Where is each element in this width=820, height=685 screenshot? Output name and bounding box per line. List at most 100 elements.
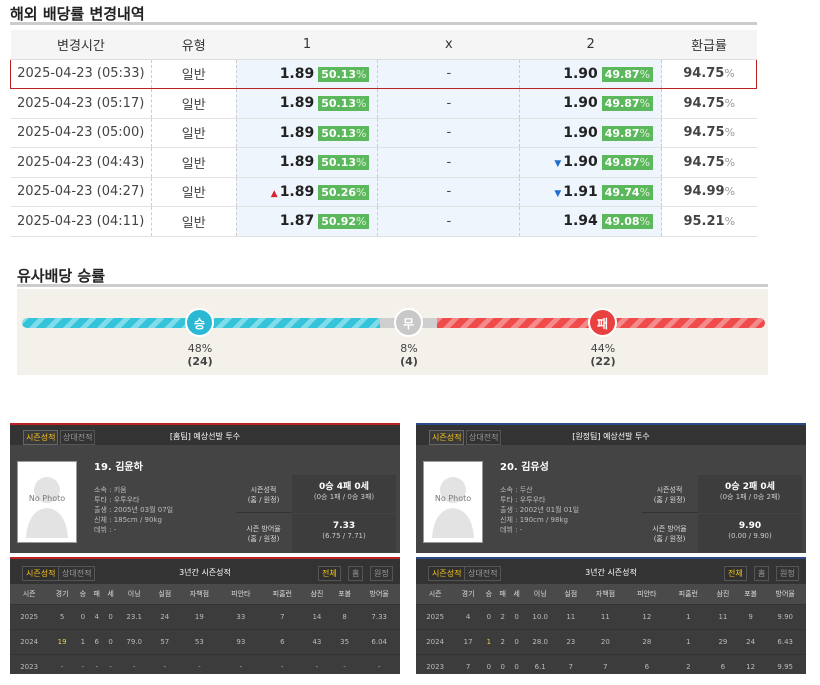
probability-value: 50.92	[321, 215, 357, 229]
stat-cell: 2025	[416, 603, 455, 629]
odds-type: 일반	[150, 206, 237, 237]
tab-season[interactable]: 시즌성적	[428, 566, 466, 581]
table-row[interactable]: 2025-04-23 (05:17) 일반 1.89 50.13% -1.90 49.87…	[10, 88, 757, 119]
probability-value: 50.26	[321, 185, 357, 199]
season-record-sub: (홈 / 원정)	[247, 496, 280, 504]
probability-badge: 49.87%	[601, 96, 654, 112]
stat-cell: 43	[303, 628, 331, 654]
probability-value: 49.87	[604, 97, 640, 111]
stat-cell: 0	[509, 628, 524, 654]
filter-all[interactable]: 전체	[318, 566, 341, 581]
season-summary: 시즌성적 (홈 / 원정) 0승 4패 0세 (0승 1패 / 0승 3패) 시즌 …	[236, 475, 396, 552]
tab-season[interactable]: 시즌성적	[22, 566, 60, 581]
player-photo: No Photo	[423, 461, 483, 543]
stat-cell: 19	[48, 628, 76, 654]
odds-value: 1.89	[279, 65, 315, 82]
pct-symbol: %	[356, 156, 367, 170]
filter-all[interactable]: 전체	[724, 566, 747, 581]
tab-opponent[interactable]: 상대전적	[60, 430, 96, 445]
return-rate: 94.75%	[661, 88, 757, 119]
stat-cell: 2025	[10, 603, 49, 629]
tab-opponent[interactable]: 상대전적	[464, 566, 502, 581]
draw-odds: -	[377, 177, 520, 207]
pct-symbol: %	[724, 214, 736, 228]
pct-symbol: %	[639, 156, 651, 170]
stats-header: 시즌성적 상대전적 3년간 시즌성적 전체 홈 원정	[416, 559, 806, 584]
stat-cell: 0	[481, 653, 496, 679]
stat-cell: 2	[495, 628, 510, 654]
info-line: 데뷔 : -	[94, 526, 117, 534]
season-record-value: 0승 4패 0세	[319, 482, 369, 492]
info-line: 신체 : 185cm / 90kg	[94, 516, 162, 524]
column-header: 유형	[151, 30, 237, 60]
era-value: 7.33	[332, 521, 356, 531]
stat-cell: 2023	[10, 653, 49, 679]
stat-cell: 28	[626, 628, 668, 654]
pct-symbol: %	[639, 215, 651, 229]
stat-cell: -	[89, 653, 104, 679]
loss-marker: 패	[588, 308, 617, 337]
table-row: 2024 19 1 6 0 79.0 57 53 93 6 43 35 6.04	[10, 628, 400, 654]
home-pitcher-card: 시즌성적 상대전적 [홈팀] 예상선발 투수 No Photo 19. 김윤하 …	[10, 423, 400, 553]
change-time: 2025-04-23 (04:27)	[10, 177, 152, 207]
probability-value: 49.74	[604, 185, 640, 199]
column-header: 포볼	[330, 584, 359, 604]
pitcher-name[interactable]: 19. 김윤하	[94, 458, 143, 473]
table-row[interactable]: 2025-04-23 (04:43) 일반 1.89 50.13% - ▼ 1.90 49.8…	[10, 147, 757, 178]
table-row[interactable]: 2025-04-23 (04:11) 일반 1.87 50.92% -1.94 49.08…	[10, 206, 757, 237]
table-row[interactable]: 2025-04-23 (05:33) 일반 1.89 50.13% -1.90 49.87…	[10, 58, 757, 89]
return-rate: 94.99%	[661, 177, 757, 207]
table-row: 2025 5 0 4 0 23.1 24 19 33 7 14 8 7.33	[10, 603, 400, 629]
era-sub: (홈 / 원정)	[247, 535, 280, 543]
stat-cell: 7.33	[358, 603, 400, 629]
stat-cell: 7	[454, 653, 482, 679]
pct-symbol: %	[639, 126, 651, 140]
filter-away[interactable]: 원정	[370, 566, 393, 581]
odds-2-cell: 1.90 49.87%	[519, 118, 662, 148]
change-time: 2025-04-23 (04:43)	[10, 147, 152, 178]
table-row: 2023 7 0 0 0 6.1 7 7 6 2 6 12 9.95	[416, 653, 806, 679]
column-header: 시즌	[10, 584, 49, 604]
column-header: 방어율	[764, 584, 806, 604]
probability-value: 49.87	[604, 67, 640, 81]
change-time: 2025-04-23 (05:17)	[10, 88, 152, 119]
filter-home[interactable]: 홈	[754, 566, 770, 581]
tab-opponent[interactable]: 상대전적	[58, 566, 96, 581]
stat-cell: 9.90	[764, 603, 806, 629]
column-header: 자책점	[178, 584, 221, 604]
era-detail: (0.00 / 9.90)	[728, 532, 772, 540]
stat-cell: 57	[150, 628, 179, 654]
filter-away[interactable]: 원정	[776, 566, 799, 581]
era-detail: (6.75 / 7.71)	[322, 532, 366, 540]
arrow-down-icon: ▼	[554, 188, 562, 199]
stat-cell: 93	[220, 628, 262, 654]
win-marker: 승	[185, 308, 214, 337]
draw-odds: -	[377, 206, 520, 237]
pitcher-name[interactable]: 20. 김유성	[500, 458, 549, 473]
draw-count: (4)	[400, 355, 418, 368]
tab-season[interactable]: 시즌성적	[23, 430, 59, 445]
column-header: 피안타	[220, 584, 262, 604]
stat-cell: 4	[89, 603, 104, 629]
probability-value: 49.08	[604, 215, 640, 229]
stat-cell: 12	[736, 653, 765, 679]
tab-season[interactable]: 시즌성적	[429, 430, 465, 445]
stat-cell: 7	[584, 653, 627, 679]
table-row[interactable]: 2025-04-23 (04:27) 일반 ▲ 1.89 50.26% - ▼ 1.91 49.…	[10, 177, 757, 207]
probability-badge: 50.13%	[318, 66, 370, 82]
column-header: x	[377, 30, 520, 60]
filter-home[interactable]: 홈	[348, 566, 364, 581]
stat-cell: 6	[709, 653, 737, 679]
change-time: 2025-04-23 (05:00)	[10, 118, 152, 148]
info-line: 출생 : 2002년 01월 01일	[500, 506, 580, 514]
person-silhouette-icon	[432, 477, 474, 538]
probability-value: 50.13	[321, 156, 357, 170]
column-header: 2	[519, 30, 662, 60]
table-row[interactable]: 2025-04-23 (05:00) 일반 1.89 50.13% -1.90 49.87…	[10, 118, 757, 148]
pitcher-info: 소속 : 두산 투타 : 우투우타 출생 : 2002년 01월 01일 신체 …	[500, 485, 579, 535]
odds-1-cell: 1.89 50.13%	[235, 58, 378, 89]
stat-cell: 14	[303, 603, 331, 629]
tab-opponent[interactable]: 상대전적	[466, 430, 502, 445]
probability-badge: 49.87%	[601, 66, 654, 82]
stat-cell: 23	[556, 628, 585, 654]
